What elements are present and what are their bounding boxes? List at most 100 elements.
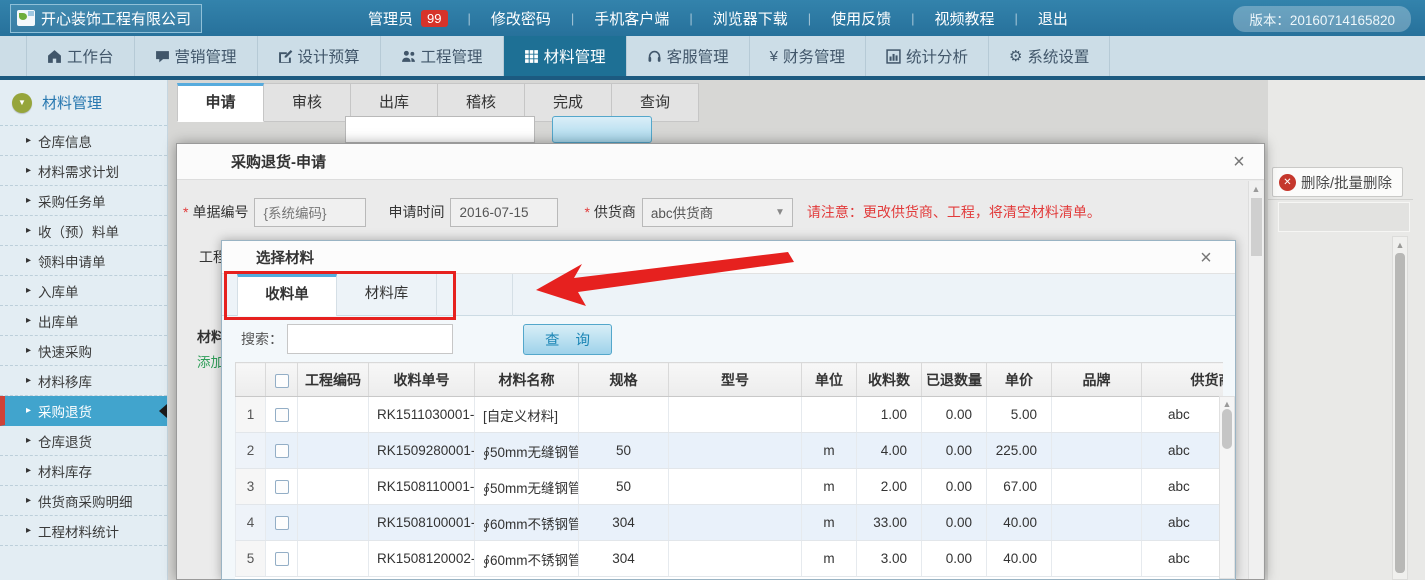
col-model: 型号 [669,363,802,397]
grid-icon [524,49,539,64]
caret-right-icon: ▸ [26,165,31,176]
sidebar-item-purchase-task[interactable]: ▸采购任务单 [0,186,167,216]
sidebar-item-quick-purchase[interactable]: ▸快速采购 [0,336,167,366]
menu-feedback[interactable]: 使用反馈 [825,8,897,29]
notification-badge[interactable]: 99 [421,10,447,27]
table-row[interactable]: 1 RK1511030001-001 [自定义材料] 1.00 0.00 5.0… [236,397,1224,433]
menu-video-tutorial[interactable]: 视频教程 [929,8,1001,29]
menu-change-password[interactable]: 修改密码 [485,8,557,29]
row-checkbox[interactable] [275,552,289,566]
table-row[interactable]: 5 RK1508120002-001 ∮60mm不锈钢管 304 m 3.00 … [236,541,1224,577]
sidebar: ▼ 材料管理 ▸仓库信息 ▸材料需求计划 ▸采购任务单 ▸收（预）料单 ▸领料申… [0,80,168,580]
dialog-title-bar: 采购退货-申请 [177,144,1264,180]
caret-right-icon: ▸ [26,345,31,356]
nav-customer-service[interactable]: 客服管理 [627,36,750,76]
sidebar-item-material-stock[interactable]: ▸材料库存 [0,456,167,486]
add-material-link[interactable]: 添加 [197,351,224,371]
scroll-up-icon[interactable]: ▲ [1220,397,1234,409]
row-checkbox[interactable] [275,480,289,494]
active-notch-icon [159,404,167,418]
close-icon[interactable]: × [1195,247,1217,269]
menu-browser-download[interactable]: 浏览器下载 [707,8,794,29]
sidebar-item-outbound-order[interactable]: ▸出库单 [0,306,167,336]
select-all-checkbox[interactable] [275,374,289,388]
caret-right-icon: ▸ [26,225,31,236]
query-button[interactable]: 查 询 [523,324,612,355]
apply-date-field[interactable]: 2016-07-15 [450,198,558,227]
sidebar-item-receive-order[interactable]: ▸收（预）料单 [0,216,167,246]
tab-receipt-orders[interactable]: 收料单 [237,274,337,316]
material-table-viewport: 工程编码 收料单号 材料名称 规格 型号 单位 收料数 已退数量 单价 品牌 供… [235,362,1223,580]
col-price: 单价 [987,363,1052,397]
dialog-title: 选择材料 [256,247,314,268]
nav-material-mgmt[interactable]: 材料管理 [504,36,627,76]
sidebar-item-requisition[interactable]: ▸领料申请单 [0,246,167,276]
nav-statistics[interactable]: 统计分析 [866,36,989,76]
scroll-up-icon[interactable]: ▲ [1249,181,1263,194]
material-search-input[interactable] [287,324,453,354]
table-row[interactable]: 4 RK1508100001-002 ∮60mm不锈钢管 304 m 33.00… [236,505,1224,541]
nav-marketing[interactable]: 营销管理 [135,36,258,76]
sidebar-item-supplier-purchase-detail[interactable]: ▸供货商采购明细 [0,486,167,516]
sidebar-item-inbound-order[interactable]: ▸入库单 [0,276,167,306]
doc-no-field[interactable]: {系统编码} [254,198,366,227]
nav-system-settings[interactable]: ⚙ 系统设置 [989,36,1110,76]
doc-no-label: 单据编号 [192,202,248,222]
table-scrollbar[interactable]: ▲ [1219,396,1235,579]
menu-separator: | [911,11,914,26]
menu-logout[interactable]: 退出 [1032,8,1074,29]
menu-mobile-client[interactable]: 手机客户端 [588,8,675,29]
row-checkbox[interactable] [275,444,289,458]
scrollbar-thumb[interactable] [1222,409,1232,449]
row-checkbox[interactable] [275,516,289,530]
page-scrollbar[interactable]: ▲ [1392,236,1408,580]
nav-project-mgmt[interactable]: 工程管理 [381,36,504,76]
menu-separator: | [808,11,811,26]
warning-text: 请注意：更改供货商、工程，将清空材料清单。 [807,202,1101,222]
edit-icon [278,49,293,64]
scrollbar-thumb[interactable] [1395,253,1405,573]
caret-right-icon: ▸ [26,315,31,326]
nav-design-budget[interactable]: 设计预算 [258,36,381,76]
scroll-up-icon[interactable]: ▲ [1393,237,1407,250]
sidebar-item-material-transfer[interactable]: ▸材料移库 [0,366,167,396]
search-label: 搜索： [241,329,283,349]
sidebar-item-project-material-stats[interactable]: ▸工程材料统计 [0,516,167,546]
row-checkbox[interactable] [275,408,289,422]
caret-right-icon: ▸ [26,255,31,266]
sidebar-item-warehouse-return[interactable]: ▸仓库退货 [0,426,167,456]
menu-admin[interactable]: 管理员99 [362,8,453,29]
yuan-icon: ¥ [770,49,778,64]
select-material-dialog: 选择材料 × 收料单 材料库 搜索： 查 询 [221,240,1236,580]
caret-right-icon: ▸ [26,495,31,506]
sidebar-item-warehouse-info[interactable]: ▸仓库信息 [0,126,167,156]
table-row[interactable]: 2 RK1509280001-002 ∮50mm无缝钢管 50 m 4.00 0… [236,433,1224,469]
sidebar-item-material-demand-plan[interactable]: ▸材料需求计划 [0,156,167,186]
sidebar-item-purchase-return[interactable]: ▸采购退货 [0,396,167,426]
nav-finance[interactable]: ¥ 财务管理 [750,36,866,76]
nav-bottom-strip [0,76,1425,80]
dialog-scrollbar[interactable]: ▲ [1248,181,1263,579]
delete-batch-button[interactable]: ✕ 删除/批量删除 [1272,167,1403,197]
col-qty: 收料数 [857,363,922,397]
sidebar-title: 材料管理 [42,92,102,113]
tab-review[interactable]: 审核 [264,83,351,122]
supplier-select[interactable]: abc供货商▼ [642,198,793,227]
partial-input[interactable] [345,116,535,143]
scrollbar-thumb[interactable] [1251,198,1262,256]
tab-apply[interactable]: 申请 [177,83,264,122]
divider [1268,199,1413,200]
table-row[interactable]: 3 RK1508110001-002 ∮50mm无缝钢管 50 m 2.00 0… [236,469,1224,505]
apply-form-row: * 单据编号 {系统编码} 申请时间 2016-07-15 * 供货商 abc供… [177,197,1264,227]
sidebar-header[interactable]: ▼ 材料管理 [0,80,167,126]
right-panel-header [1278,202,1410,232]
company-logo-icon [17,10,35,26]
close-icon[interactable]: × [1228,151,1250,173]
top-bar: 开心装饰工程有限公司 管理员99 | 修改密码 | 手机客户端 | 浏览器下载 … [0,0,1425,36]
company-name: 开心装饰工程有限公司 [41,8,191,29]
headset-icon [647,49,662,64]
tab-material-library[interactable]: 材料库 [337,274,437,316]
partial-button[interactable] [552,116,652,143]
apply-date-label: 申请时间 [388,202,444,222]
nav-workbench[interactable]: 工作台 [26,36,135,76]
